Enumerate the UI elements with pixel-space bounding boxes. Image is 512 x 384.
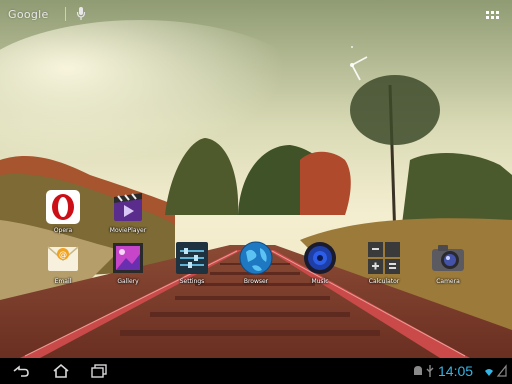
analog-clock-widget[interactable] (322, 35, 382, 95)
home-icon[interactable] (52, 363, 70, 379)
app-label: Opera (53, 227, 73, 234)
battery-icon (496, 364, 507, 377)
app-email[interactable]: @ Email (36, 240, 90, 298)
google-search-bar[interactable]: Google (8, 5, 86, 23)
app-label: Settings (179, 278, 205, 285)
settings-icon (174, 240, 210, 276)
app-camera[interactable]: Camera (421, 240, 475, 298)
all-apps-grid-icon[interactable] (486, 8, 500, 20)
browser-icon (238, 240, 274, 276)
music-icon (302, 240, 338, 276)
google-logo[interactable]: Google (8, 8, 49, 21)
app-label: Browser (243, 278, 269, 285)
app-label: Camera (436, 278, 460, 285)
app-browser[interactable]: Browser (229, 240, 283, 298)
notification-usb-icon[interactable] (424, 363, 436, 379)
opera-icon (45, 189, 81, 225)
microphone-icon[interactable] (76, 6, 86, 22)
clock-minute-hand (351, 56, 368, 66)
app-label: Music (311, 278, 329, 285)
search-divider (64, 7, 66, 21)
calculator-icon (366, 240, 402, 276)
svg-text:@: @ (59, 250, 67, 259)
back-icon[interactable] (12, 363, 30, 379)
email-icon: @ (45, 240, 81, 276)
app-music[interactable]: Music (293, 240, 347, 298)
clock-hour-hand (351, 64, 361, 81)
status-time[interactable]: 14:05 (438, 363, 473, 379)
app-movieplayer[interactable]: MoviePlayer (101, 189, 155, 247)
gallery-icon (110, 240, 146, 276)
system-navigation-bar: 14:05 (0, 358, 512, 384)
app-label: Calculator (368, 278, 400, 285)
recent-apps-icon[interactable] (90, 363, 108, 379)
app-label: Email (54, 278, 72, 285)
app-calculator[interactable]: Calculator (357, 240, 411, 298)
notification-android-icon[interactable] (412, 363, 424, 379)
movieplayer-icon (110, 189, 146, 225)
app-label: MoviePlayer (109, 227, 147, 234)
app-gallery[interactable]: Gallery (101, 240, 155, 298)
app-opera[interactable]: Opera (36, 189, 90, 247)
wallpaper (0, 0, 512, 358)
app-label: Gallery (117, 278, 139, 285)
camera-icon (430, 240, 466, 276)
app-settings[interactable]: Settings (165, 240, 219, 298)
wifi-icon (485, 369, 493, 376)
